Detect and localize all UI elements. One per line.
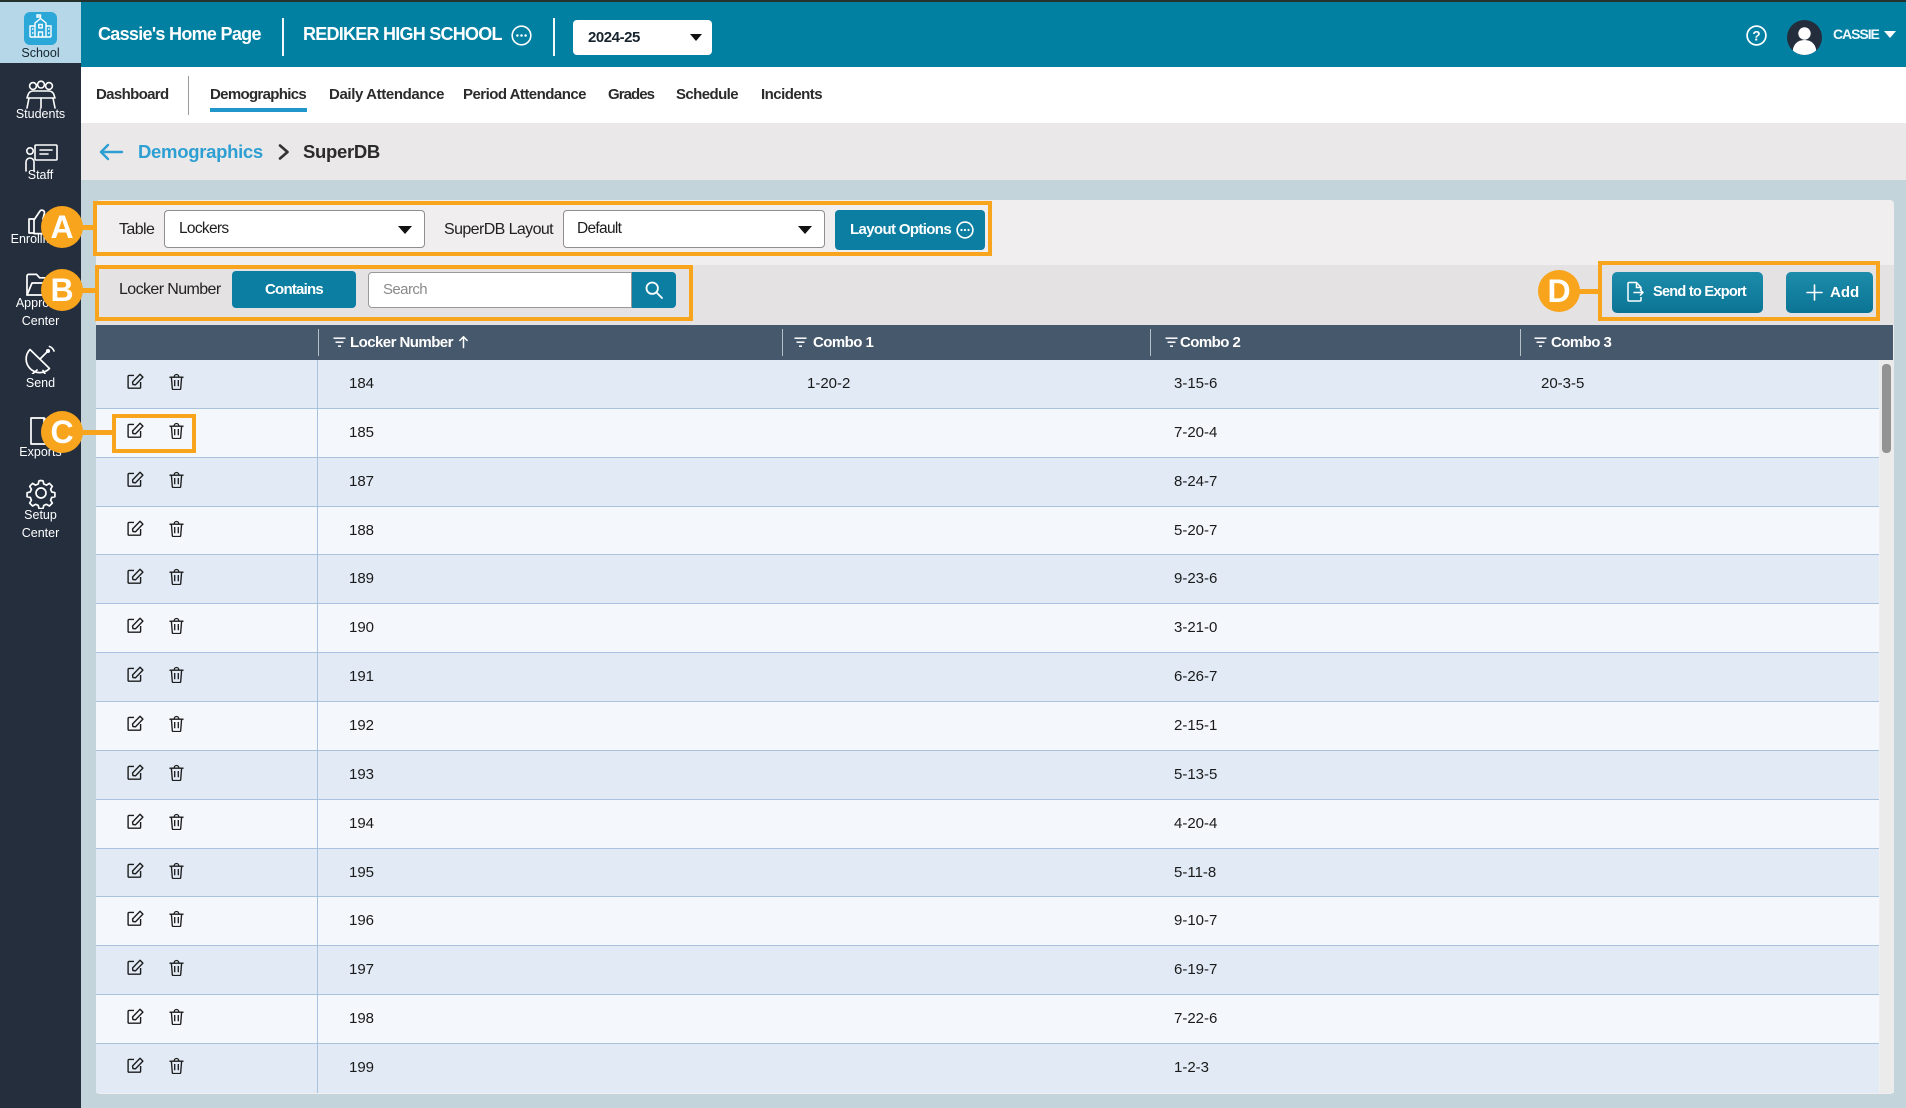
svg-text:?: ? (1752, 28, 1760, 43)
